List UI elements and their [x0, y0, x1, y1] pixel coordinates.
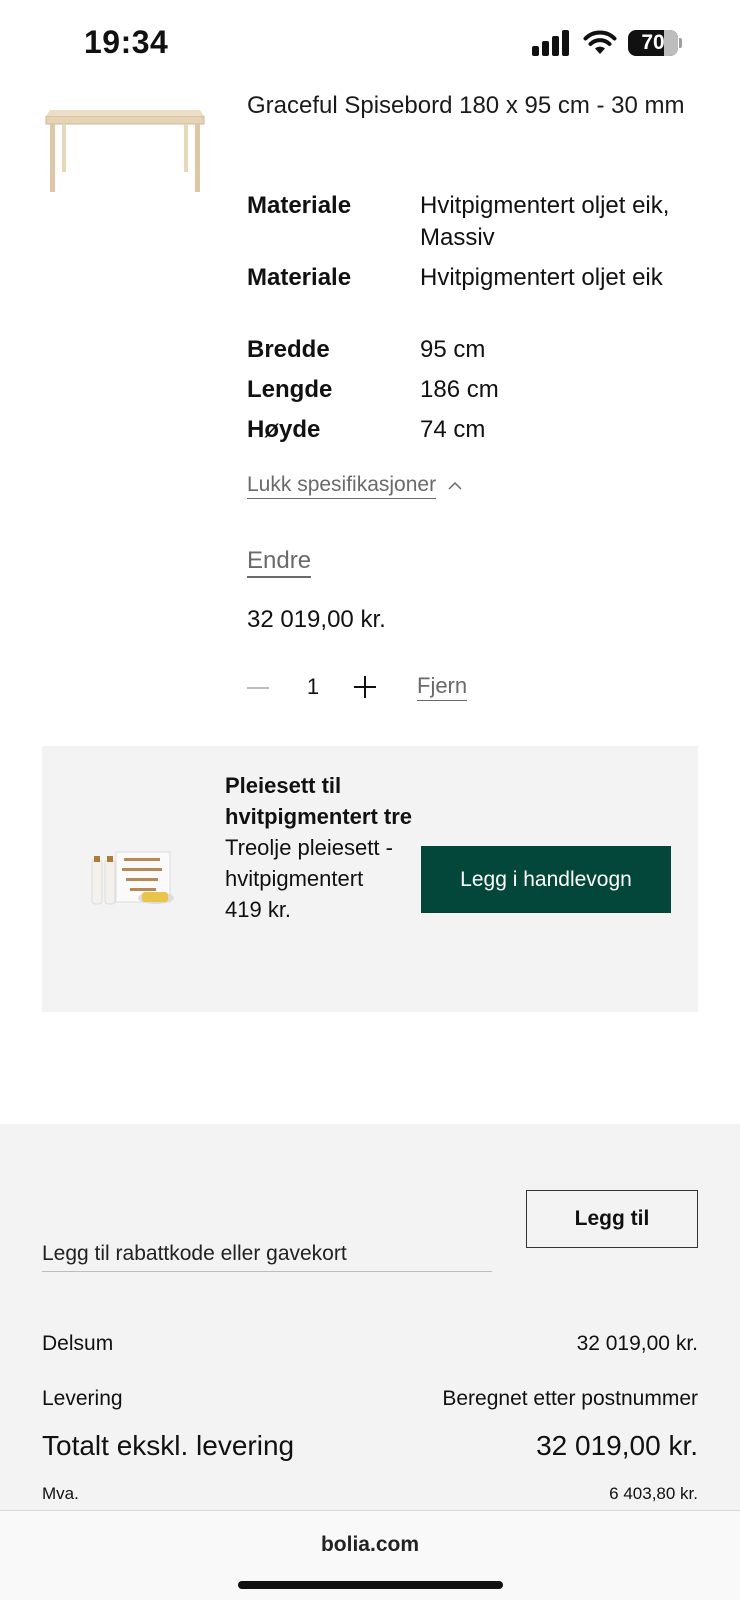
- spec-value: Hvitpigmentert oljet eik, Massiv: [420, 192, 670, 251]
- care-kit-image[interactable]: [90, 846, 190, 910]
- product-title[interactable]: Graceful Spisebord 180 x 95 cm - 30 mm: [247, 92, 697, 120]
- total-value: 32 019,00 kr.: [536, 1430, 698, 1461]
- spec-row: Materiale Hvitpigmentert oljet eik: [247, 262, 697, 334]
- chevron-up-icon: [448, 481, 462, 490]
- cellular-signal-icon: [532, 30, 572, 56]
- url-text[interactable]: bolia.com: [0, 1533, 740, 1557]
- close-specs-label: Lukk spesifikasjoner: [247, 472, 437, 499]
- spec-row: Høyde 74 cm: [247, 414, 697, 454]
- total-row: Totalt ekskl. levering 32 019,00 kr.: [42, 1430, 698, 1462]
- spec-value: Hvitpigmentert oljet eik: [420, 264, 663, 291]
- vat-row: Mva. 6 403,80 kr.: [42, 1484, 698, 1504]
- upsell-title[interactable]: Pleiesett til hvitpigmentert tre: [225, 770, 415, 832]
- total-label: Totalt ekskl. levering: [42, 1430, 295, 1461]
- decrease-quantity-button[interactable]: [247, 687, 269, 689]
- vat-value: 6 403,80 kr.: [609, 1484, 698, 1503]
- increase-quantity-button[interactable]: [354, 676, 376, 698]
- order-summary: Legg til Delsum 32 019,00 kr. Levering B…: [0, 1124, 740, 1510]
- status-bar: 19:34 70: [0, 0, 740, 88]
- spec-value: 95 cm: [420, 336, 486, 363]
- quantity-value: 1: [306, 674, 320, 699]
- delivery-label: Levering: [42, 1387, 123, 1410]
- status-time: 19:34: [84, 24, 169, 60]
- spec-label: Høyde: [247, 416, 321, 443]
- upsell-price: 419 kr.: [225, 897, 292, 922]
- spec-label: Materiale: [247, 264, 352, 291]
- spec-row: Materiale Hvitpigmentert oljet eik, Mass…: [247, 190, 697, 262]
- remove-link[interactable]: Fjern: [417, 672, 468, 701]
- spec-label: Lengde: [247, 376, 333, 403]
- browser-address-bar: bolia.com: [0, 1510, 740, 1600]
- vat-label: Mva.: [42, 1484, 79, 1503]
- subtotal-value: 32 019,00 kr.: [576, 1332, 698, 1355]
- upsell-subtitle: Treolje pleiesett - hvitpigmentert: [225, 835, 393, 891]
- product-price: 32 019,00 kr.: [247, 606, 386, 633]
- subtotal-label: Delsum: [42, 1332, 114, 1355]
- spec-value: 186 cm: [420, 376, 499, 403]
- subtotal-row: Delsum 32 019,00 kr.: [42, 1332, 698, 1356]
- close-specs-link[interactable]: Lukk spesifikasjoner: [247, 472, 462, 499]
- home-indicator[interactable]: [238, 1581, 503, 1589]
- spec-row: Lengde 186 cm: [247, 374, 697, 414]
- product-specs: Materiale Hvitpigmentert oljet eik, Mass…: [247, 190, 697, 454]
- spec-label: Materiale: [247, 192, 352, 219]
- delivery-row: Levering Beregnet etter postnummer: [42, 1387, 698, 1411]
- apply-coupon-button[interactable]: Legg til: [526, 1190, 698, 1248]
- spec-row: Bredde 95 cm: [247, 334, 697, 374]
- coupon-input[interactable]: [42, 1222, 492, 1272]
- spec-value: 74 cm: [420, 416, 486, 443]
- upsell-card: Pleiesett til hvitpigmentert tre Treolje…: [42, 746, 698, 1012]
- upsell-details: Pleiesett til hvitpigmentert tre Treolje…: [225, 770, 415, 925]
- spec-label: Bredde: [247, 336, 330, 363]
- product-image[interactable]: [40, 106, 210, 196]
- battery-level: 70: [641, 31, 665, 54]
- add-to-cart-button[interactable]: Legg i handlevogn: [421, 846, 671, 913]
- delivery-value: Beregnet etter postnummer: [442, 1387, 698, 1410]
- battery-icon: 70: [628, 30, 682, 56]
- change-link[interactable]: Endre: [247, 546, 312, 578]
- wifi-icon: [583, 30, 617, 54]
